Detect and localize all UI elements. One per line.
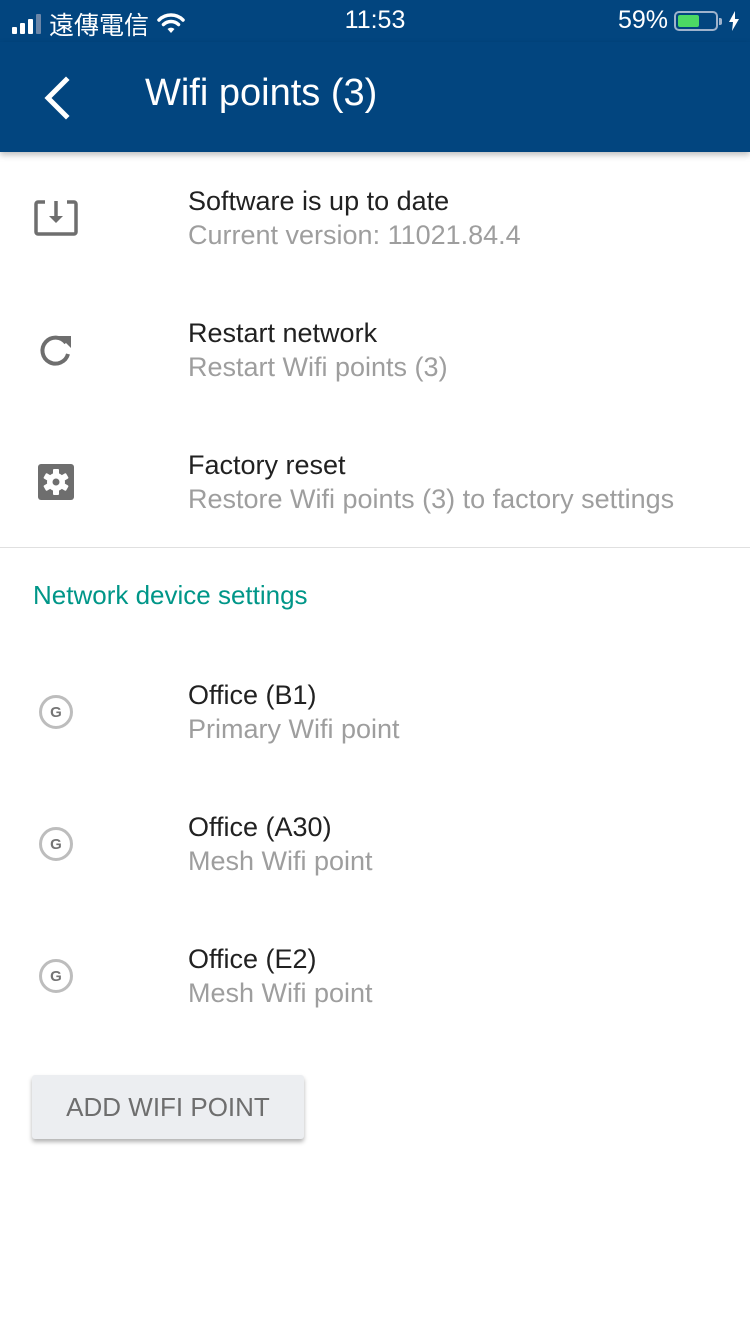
device-role: Mesh Wifi point	[188, 846, 373, 876]
software-update-row[interactable]: Software is up to date Current version: …	[0, 152, 750, 284]
battery-level	[678, 14, 700, 27]
status-right: 59%	[618, 6, 740, 35]
factory-reset-row[interactable]: Factory reset Restore Wifi points (3) to…	[0, 416, 750, 548]
chevron-left-icon	[44, 76, 70, 120]
action-title: Factory reset	[188, 450, 346, 480]
google-wifi-icon: G	[39, 959, 73, 993]
device-row[interactable]: G Office (B1) Primary Wifi point	[0, 646, 750, 778]
action-subtitle: Current version: 11021.84.4	[188, 220, 521, 250]
app-bar: Wifi points (3)	[0, 42, 750, 152]
device-role: Mesh Wifi point	[188, 978, 373, 1008]
restart-network-row[interactable]: Restart network Restart Wifi points (3)	[0, 284, 750, 416]
action-subtitle: Restore Wifi points (3) to factory setti…	[188, 484, 675, 514]
action-title: Restart network	[188, 318, 378, 348]
divider	[0, 547, 750, 548]
add-wifi-point-button[interactable]: ADD WIFI POINT	[32, 1075, 304, 1139]
device-name: Office (A30)	[188, 812, 332, 842]
back-button[interactable]	[34, 70, 84, 126]
device-role: Primary Wifi point	[188, 714, 400, 744]
settings-box-icon	[32, 458, 80, 506]
section-header: Network device settings	[33, 580, 308, 610]
google-wifi-icon: G	[39, 827, 73, 861]
device-icon: G	[32, 952, 80, 1000]
device-row[interactable]: G Office (E2) Mesh Wifi point	[0, 910, 750, 1042]
action-subtitle: Restart Wifi points (3)	[188, 352, 448, 382]
system-update-icon	[32, 194, 80, 242]
refresh-icon	[32, 326, 80, 374]
device-icon: G	[32, 820, 80, 868]
action-title: Software is up to date	[188, 186, 450, 216]
google-wifi-icon: G	[39, 695, 73, 729]
page-title: Wifi points (3)	[145, 72, 378, 114]
device-name: Office (E2)	[188, 944, 317, 974]
battery-icon	[674, 10, 722, 31]
battery-percent: 59%	[617, 6, 668, 34]
device-icon: G	[32, 688, 80, 736]
device-row[interactable]: G Office (A30) Mesh Wifi point	[0, 778, 750, 910]
charging-bolt-icon	[729, 10, 739, 31]
status-bar: 遠傳電信 11:53 59%	[0, 0, 750, 42]
device-name: Office (B1)	[188, 680, 317, 710]
